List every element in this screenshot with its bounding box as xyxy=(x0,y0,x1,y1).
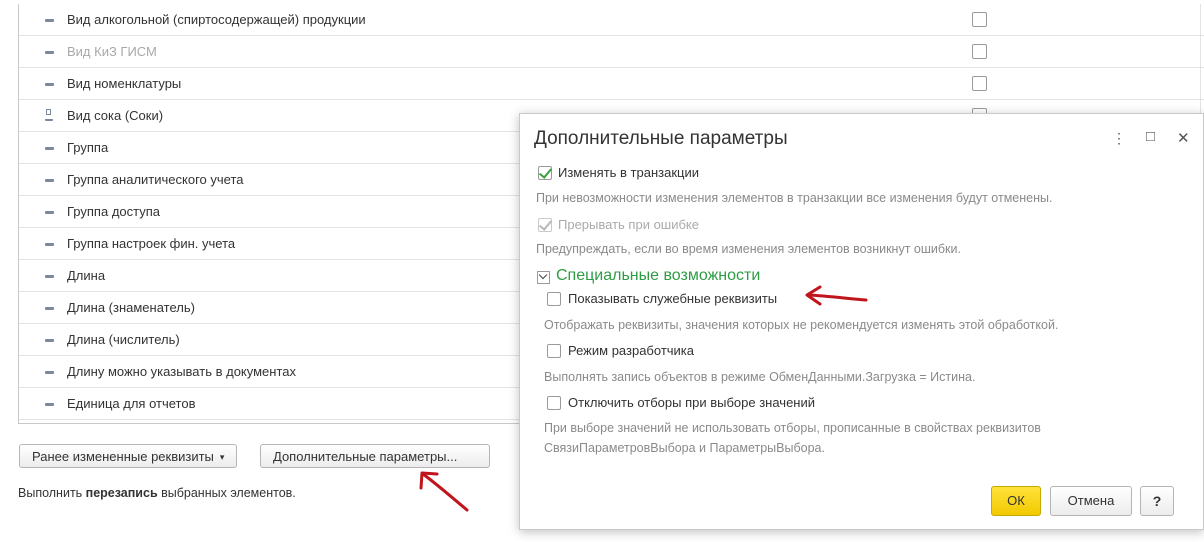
hint-prefix: Выполнить xyxy=(18,486,86,500)
disable-filters-label[interactable]: Отключить отборы при выборе значений xyxy=(568,395,815,410)
cancel-button[interactable]: Отмена xyxy=(1050,486,1132,516)
hint-bold: перезапись xyxy=(85,486,158,500)
chevron-down-icon: ▾ xyxy=(219,452,225,462)
dash-icon xyxy=(45,147,54,150)
row-label: Вид алкогольной (спиртосодержащей) проду… xyxy=(67,12,366,27)
row-label: Вид КиЗ ГИСМ xyxy=(67,44,157,59)
extra-params-button[interactable]: Дополнительные параметры... xyxy=(260,444,490,468)
row-label: Группа xyxy=(67,140,109,155)
dash-icon xyxy=(45,371,54,374)
row-label: Единица для отчетов xyxy=(67,396,196,411)
row-label: Группа аналитического учета xyxy=(67,172,244,187)
dash-icon xyxy=(45,339,54,342)
row-label: Вид номенклатуры xyxy=(67,76,182,91)
dash-icon xyxy=(45,51,54,54)
dev-mode-label[interactable]: Режим разработчика xyxy=(568,343,694,358)
footer-hint: Выполнить перезапись выбранных элементов… xyxy=(18,486,296,500)
table-row[interactable]: Вид номенклатуры xyxy=(19,68,1204,100)
dash-icon xyxy=(45,179,54,182)
dash-icon xyxy=(45,403,54,406)
table-row[interactable]: Вид алкогольной (спиртосодержащей) проду… xyxy=(19,4,1204,36)
table-row[interactable]: Вид КиЗ ГИСМ xyxy=(19,36,1204,68)
abort-on-error-label: Прерывать при ошибке xyxy=(558,217,699,232)
row-label: Длина xyxy=(67,268,106,283)
abort-on-error-hint: Предупреждать, если во время изменения э… xyxy=(536,242,961,256)
dash-icon xyxy=(45,275,54,278)
dialog-title: Дополнительные параметры xyxy=(534,128,788,149)
row-label: Длину можно указывать в документах xyxy=(67,364,296,379)
prev-changed-label: Ранее измененные реквизиты xyxy=(32,449,214,464)
prev-changed-button[interactable]: Ранее измененные реквизиты ▾ xyxy=(19,444,238,468)
maximize-icon[interactable]: □ xyxy=(1146,128,1155,145)
extra-params-dialog: Дополнительные параметры ⋮ □ ✕ Изменять … xyxy=(519,113,1204,530)
show-service-hint: Отображать реквизиты, значения которых н… xyxy=(544,318,1059,332)
row-label: Длина (числитель) xyxy=(67,332,180,347)
help-button[interactable]: ? xyxy=(1140,486,1174,516)
annotation-arrow-extra-params xyxy=(419,471,469,512)
row-checkbox[interactable] xyxy=(972,44,987,59)
dash-icon xyxy=(45,19,54,22)
row-label: Группа доступа xyxy=(67,204,160,219)
disable-filters-hint-line1: При выборе значений не использовать отбо… xyxy=(544,421,1041,435)
change-in-transaction-checkbox[interactable] xyxy=(538,166,552,180)
extra-params-label: Дополнительные параметры... xyxy=(273,449,458,464)
dash-icon xyxy=(45,243,54,246)
dev-mode-hint: Выполнять запись объектов в режиме Обмен… xyxy=(544,370,976,384)
hint-suffix: выбранных элементов. xyxy=(157,486,296,500)
dev-mode-checkbox[interactable] xyxy=(547,344,561,358)
row-label: Группа настроек фин. учета xyxy=(67,236,236,251)
change-in-transaction-hint: При невозможности изменения элементов в … xyxy=(536,191,1053,205)
row-label: Вид сока (Соки) xyxy=(67,108,164,123)
disable-filters-checkbox[interactable] xyxy=(547,396,561,410)
collapse-section-icon[interactable] xyxy=(537,271,550,284)
show-service-label[interactable]: Показывать служебные реквизиты xyxy=(568,291,777,306)
row-label: Длина (знаменатель) xyxy=(67,300,195,315)
abort-on-error-checkbox xyxy=(538,218,552,232)
row-checkbox[interactable] xyxy=(972,12,987,27)
special-section-title[interactable]: Специальные возможности xyxy=(556,267,760,285)
close-icon[interactable]: ✕ xyxy=(1177,129,1190,147)
dash-icon xyxy=(45,211,54,214)
ok-button[interactable]: ОК xyxy=(991,486,1041,516)
dash-icon xyxy=(45,307,54,310)
annotation-arrow-show-service xyxy=(805,285,868,306)
row-checkbox[interactable] xyxy=(972,76,987,91)
dash-icon xyxy=(45,83,54,86)
change-in-transaction-label[interactable]: Изменять в транзакции xyxy=(558,165,699,180)
show-service-checkbox[interactable] xyxy=(547,292,561,306)
tree-icon xyxy=(45,109,53,121)
more-menu-icon[interactable]: ⋮ xyxy=(1112,130,1126,147)
disable-filters-hint-line2: СвязиПараметровВыбора и ПараметрыВыбора. xyxy=(544,441,825,455)
